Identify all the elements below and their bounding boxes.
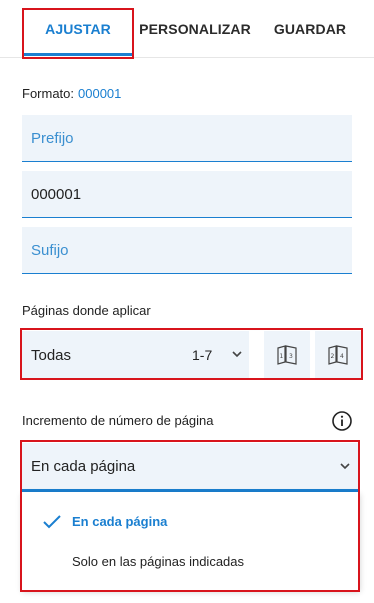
- prefix-input[interactable]: Prefijo: [22, 115, 352, 162]
- tab-personalize-label: PERSONALIZAR: [139, 21, 251, 37]
- increment-section-label: Incremento de número de página: [22, 413, 214, 428]
- tab-personalize[interactable]: PERSONALIZAR: [139, 0, 251, 58]
- info-icon[interactable]: [331, 410, 353, 432]
- number-value: 000001: [31, 185, 82, 203]
- odd-pages-button[interactable]: 1 3: [264, 331, 310, 379]
- pages-section-label: Páginas donde aplicar: [22, 303, 151, 318]
- option-indicated-pages[interactable]: Solo en las páginas indicadas: [22, 541, 360, 581]
- increment-dropdown: En cada página Solo en las páginas indic…: [22, 492, 360, 590]
- increment-selected-value: En cada página: [31, 457, 136, 475]
- svg-text:3: 3: [289, 353, 293, 360]
- pages-group: Todas 1-7 1 3 2 4: [22, 331, 363, 379]
- prefix-placeholder: Prefijo: [31, 129, 74, 147]
- suffix-placeholder: Sufijo: [31, 241, 69, 259]
- svg-text:1: 1: [280, 353, 284, 360]
- svg-text:4: 4: [340, 353, 344, 360]
- active-tab-indicator: [24, 53, 132, 56]
- option-indicated-pages-label: Solo en las páginas indicadas: [72, 553, 245, 569]
- option-every-page[interactable]: En cada página: [22, 501, 360, 541]
- svg-text:2: 2: [331, 353, 335, 360]
- even-pages-icon: 2 4: [328, 345, 348, 365]
- suffix-input[interactable]: Sufijo: [22, 227, 352, 274]
- pages-range: 1-7: [192, 347, 213, 363]
- format-line: Formato: 000001: [22, 86, 121, 101]
- odd-pages-icon: 1 3: [277, 345, 297, 365]
- increment-select[interactable]: En cada página: [22, 443, 360, 489]
- option-every-page-label: En cada página: [72, 513, 168, 529]
- tab-save-label: GUARDAR: [273, 21, 347, 37]
- chevron-down-icon: [232, 351, 242, 358]
- number-input[interactable]: 000001: [22, 171, 352, 218]
- format-label: Formato:: [22, 86, 75, 101]
- tab-adjust[interactable]: AJUSTAR: [22, 0, 134, 59]
- chevron-down-icon: [340, 463, 350, 470]
- pages-selected-value: Todas: [31, 346, 72, 364]
- tab-save[interactable]: GUARDAR: [270, 0, 350, 58]
- format-value: 000001: [78, 86, 122, 101]
- even-pages-button[interactable]: 2 4: [315, 331, 361, 379]
- check-icon: [43, 515, 61, 529]
- tab-bar: AJUSTAR PERSONALIZAR GUARDAR: [0, 0, 374, 59]
- pages-select[interactable]: Todas 1-7: [22, 331, 249, 379]
- tab-adjust-label: AJUSTAR: [45, 21, 111, 37]
